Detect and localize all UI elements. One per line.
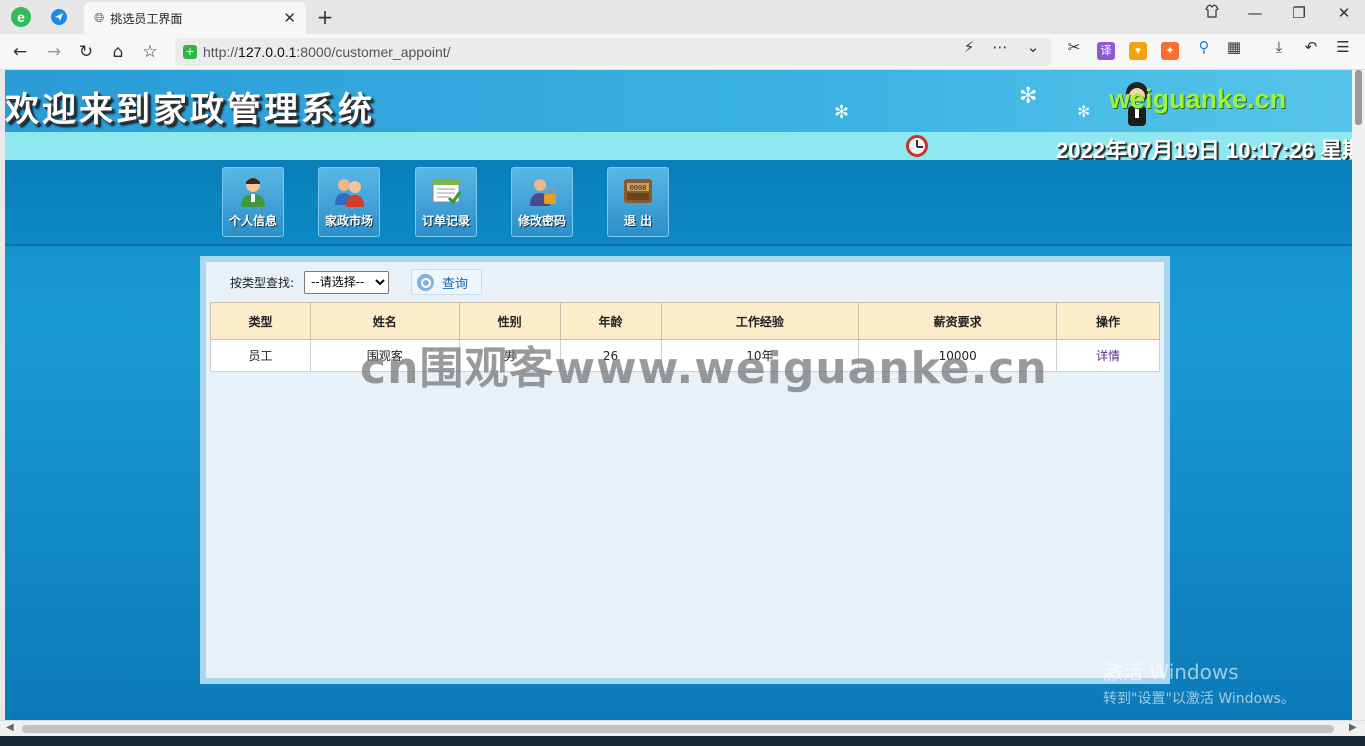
chevron-down-icon[interactable]: ⌄ (1022, 38, 1044, 56)
browser-address-bar: ← → ↻ ⌂ ☆ + http://127.0.0.1:8000/custom… (0, 34, 1365, 70)
send-icon[interactable] (47, 5, 71, 29)
person-icon (236, 174, 270, 208)
scroll-thumb[interactable] (22, 725, 1334, 733)
globe-icon: 🌐︎ (94, 10, 105, 26)
back-icon[interactable]: ← (8, 40, 32, 64)
shield-icon[interactable]: ▾ (1129, 42, 1147, 60)
exit-box-icon: 0008 (621, 174, 655, 208)
menu-logout[interactable]: 0008 退 出 (607, 167, 669, 237)
scroll-right-icon[interactable]: ▶ (1349, 722, 1357, 733)
menu-change-password[interactable]: 修改密码 (511, 167, 573, 237)
minimize-icon[interactable]: — (1243, 4, 1267, 22)
table-header-row: 类型 姓名 性别 年龄 工作经验 薪资要求 操作 (210, 302, 1160, 340)
browser-tab-bar: e 🌐︎ 挑选员工界面 ✕ + — ❐ ✕ (0, 0, 1365, 34)
bolt-icon[interactable]: ⚡︎ (958, 38, 980, 56)
scroll-thumb[interactable] (1355, 70, 1362, 125)
dandelion-decoration: ✻ (834, 102, 850, 123)
menu-label: 订单记录 (421, 214, 470, 228)
search-icon[interactable]: ⚲ (1193, 38, 1215, 56)
cell-action: 详情 (1056, 339, 1160, 372)
shirt-icon[interactable] (1200, 4, 1224, 22)
svg-text:e: e (17, 9, 25, 25)
tab-active[interactable]: 🌐︎ 挑选员工界面 ✕ (84, 2, 306, 34)
header-age: 年龄 (559, 302, 662, 340)
menu-label: 个人信息 (228, 214, 277, 228)
vertical-scrollbar[interactable] (1352, 70, 1365, 720)
query-label: 查询 (442, 276, 469, 292)
search-row: 按类型查找: --请选择-- 查询 (230, 269, 483, 295)
dandelion-decoration: ✻ (1019, 84, 1038, 109)
header-action: 操作 (1056, 302, 1160, 340)
window-close-icon[interactable]: ✕ (1332, 4, 1356, 22)
header-name: 姓名 (309, 302, 460, 340)
cell-age: 26 (559, 339, 662, 372)
menu-housekeeping-market[interactable]: 家政市场 (318, 167, 380, 237)
close-icon[interactable]: ✕ (283, 9, 296, 27)
header-gender: 性别 (458, 302, 561, 340)
site-banner: 欢迎来到家政管理系统 ✻ ✻ ✻ weiguanke.cn (5, 70, 1352, 132)
employee-table: 类型 姓名 性别 年龄 工作经验 薪资要求 操作 员工 围观客 男 26 10年… (210, 302, 1160, 372)
apps-icon[interactable]: ▦ (1223, 38, 1245, 56)
people-icon (332, 174, 366, 208)
type-select[interactable]: --请选择-- (304, 270, 390, 294)
secure-shield-icon: + (183, 45, 197, 59)
menu-label: 修改密码 (517, 214, 566, 228)
menu-icon[interactable]: ☰ (1332, 38, 1354, 56)
table-row: 员工 围观客 男 26 10年 10000 详情 (210, 339, 1160, 372)
scissors-icon[interactable]: ✂ (1063, 38, 1085, 56)
menu-label: 退 出 (623, 214, 653, 228)
main-menu: 个人信息 家政市场 订单记录 修改密码 0008 退 出 (5, 160, 1352, 246)
game-icon[interactable]: ✦ (1161, 42, 1179, 60)
header-salary: 薪资要求 (858, 302, 1058, 340)
site-title: 欢迎来到家政管理系统 (5, 90, 375, 130)
horizontal-scrollbar[interactable]: ◀ ▶ (0, 720, 1365, 736)
reload-icon[interactable]: ↻ (74, 40, 98, 64)
url-input[interactable]: + http://127.0.0.1:8000/customer_appoint… (175, 38, 1051, 66)
content-panel: 按类型查找: --请选择-- 查询 类型 姓名 性别 年龄 工作经验 薪资要求 … (200, 256, 1170, 684)
page-viewport: 欢迎来到家政管理系统 ✻ ✻ ✻ weiguanke.cn 2022年07月19… (5, 70, 1352, 720)
header-type: 类型 (210, 302, 311, 340)
more-icon[interactable]: ⋯ (989, 38, 1011, 56)
menu-personal-info[interactable]: 个人信息 (222, 167, 284, 237)
forward-icon[interactable]: → (42, 40, 66, 64)
restore-icon[interactable]: ❐ (1287, 4, 1311, 22)
plus-icon[interactable]: + (314, 5, 336, 29)
tab-title: 挑选员工界面 (110, 11, 183, 26)
cell-name: 围观客 (309, 339, 460, 372)
undo-icon[interactable]: ↶ (1300, 38, 1322, 56)
menu-order-records[interactable]: 订单记录 (415, 167, 477, 237)
windows-activation-notice: 激活 Windows 转到"设置"以激活 Windows。 (1103, 656, 1295, 708)
magnifier-icon (417, 273, 435, 291)
cell-gender: 男 (458, 339, 561, 372)
menu-label: 家政市场 (324, 214, 373, 228)
header-experience: 工作经验 (660, 302, 860, 340)
windows-taskbar (0, 736, 1365, 746)
edge-logo-icon[interactable]: e (9, 5, 33, 29)
activation-subtitle: 转到"设置"以激活 Windows。 (1103, 691, 1295, 707)
details-link[interactable]: 详情 (1096, 349, 1120, 363)
ledger-icon (429, 174, 463, 208)
cell-experience: 10年 (660, 339, 860, 372)
query-button[interactable]: 查询 (411, 269, 483, 295)
home-icon[interactable]: ⌂ (106, 40, 130, 64)
star-icon[interactable]: ☆ (138, 40, 162, 64)
svg-text:0008: 0008 (630, 184, 647, 192)
search-label: 按类型查找: (230, 275, 295, 290)
download-icon[interactable]: ⤓ (1268, 38, 1290, 56)
clock-icon (906, 135, 928, 157)
activation-title: 激活 Windows (1103, 660, 1239, 684)
scroll-left-icon[interactable]: ◀ (6, 722, 14, 733)
dandelion-decoration: ✻ (1077, 102, 1091, 121)
cell-salary: 10000 (858, 339, 1058, 372)
time-bar: 2022年07月19日 10:17:26 星期二 (5, 132, 1352, 163)
lock-user-icon (525, 174, 559, 208)
cell-type: 员工 (210, 339, 311, 372)
translate-icon[interactable]: 译 (1097, 42, 1115, 60)
brand-logo: weiguanke.cn (1109, 84, 1287, 114)
